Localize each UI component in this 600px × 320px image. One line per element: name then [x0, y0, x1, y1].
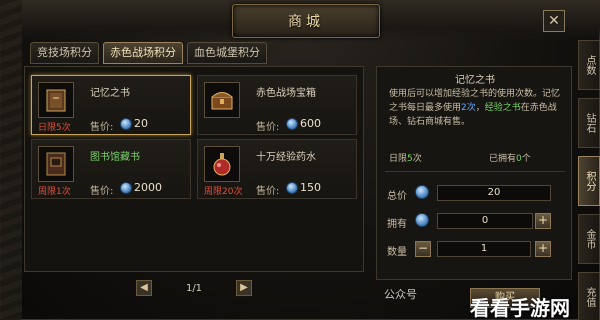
window-title-plate: 商城: [232, 4, 380, 38]
points-coin-icon: [415, 213, 429, 227]
window-title: 商城: [288, 14, 324, 30]
currency-tabs: 竞技场积分 赤色战场积分 血色城堡积分: [30, 42, 267, 66]
item-price: 2000: [134, 181, 162, 194]
pagination: ◀ 1/1 ▶: [136, 278, 252, 298]
item-name: 十万经验药水: [256, 152, 316, 163]
item-name: 赤色战场宝箱: [256, 88, 316, 99]
total-price-field: 20: [437, 185, 551, 201]
daily-limit-unit: 次: [412, 154, 422, 164]
price-label: 售价:: [256, 122, 280, 133]
potion-icon: [204, 146, 240, 182]
points-coin-icon: [120, 182, 132, 194]
treasure-chest-icon: [204, 82, 240, 118]
have-points-field: 0: [437, 213, 533, 229]
item-limit: 周限1次: [38, 187, 71, 197]
quantity-decrease-button[interactable]: −: [415, 241, 431, 257]
desc-highlight: 2次: [461, 103, 476, 113]
owned-label: 已拥有: [489, 154, 517, 164]
close-button[interactable]: ✕: [543, 10, 565, 32]
left-ornament: [0, 0, 22, 320]
wechat-watermark: 公众号: [384, 288, 417, 301]
tab-crimson-battlefield-points[interactable]: 赤色战场积分: [103, 42, 183, 64]
quantity-input[interactable]: 1: [437, 241, 531, 257]
side-tab-diamonds[interactable]: 钻石: [578, 98, 600, 148]
side-currency-tabs: 点数 钻石 积分 金币 充值: [578, 40, 600, 320]
page-indicator: 1/1: [185, 282, 203, 294]
tab-arena-points[interactable]: 竞技场积分: [30, 42, 99, 64]
have-label: 拥有: [387, 219, 407, 230]
daily-limit-label: 日限: [389, 154, 408, 164]
shop-item-treasure-chest[interactable]: 赤色战场宝箱 售价: 600: [197, 75, 357, 135]
shop-item-library-book[interactable]: 周限1次 图书馆藏书 售价: 2000: [31, 139, 191, 199]
detail-title: 记忆之书: [455, 75, 495, 86]
owned-count: 已拥有0个: [489, 151, 531, 164]
side-tab-score[interactable]: 积分: [578, 156, 600, 206]
item-price: 150: [300, 181, 321, 194]
side-tab-points[interactable]: 点数: [578, 40, 600, 90]
prev-page-button[interactable]: ◀: [136, 280, 152, 296]
item-limit: 日限5次: [38, 123, 71, 133]
detail-description: 使用后可以增加经验之书的使用次数。记忆之书每日最多使用2次，经验之书在赤色战场、…: [389, 87, 565, 129]
item-grid: 日限5次 记忆之书 售价: 20 赤色战场宝箱 售价: 600 周限1次 图书馆…: [24, 66, 364, 272]
price-label: 售价:: [90, 122, 114, 133]
desc-link: 经验之书: [484, 103, 521, 113]
desc-text: ，: [475, 103, 485, 113]
price-label: 售价:: [90, 186, 114, 197]
side-tab-gold[interactable]: 金币: [578, 214, 600, 264]
price-label: 售价:: [256, 186, 280, 197]
owned-unit: 个: [521, 154, 531, 164]
total-price-label: 总价: [387, 191, 407, 202]
book-icon: [38, 82, 74, 118]
item-price: 20: [134, 117, 148, 130]
item-name: 图书馆藏书: [90, 152, 140, 163]
add-points-button[interactable]: +: [535, 213, 551, 229]
item-detail-panel: 记忆之书 使用后可以增加经验之书的使用次数。记忆之书每日最多使用2次，经验之书在…: [376, 66, 572, 280]
side-tab-recharge[interactable]: 充值: [578, 272, 600, 320]
site-watermark: 看看手游网: [470, 296, 570, 320]
item-price: 600: [300, 117, 321, 130]
points-coin-icon: [286, 118, 298, 130]
points-coin-icon: [286, 182, 298, 194]
quantity-label: 数量: [387, 247, 407, 258]
daily-limit: 日限5次: [389, 151, 422, 164]
tab-blood-castle-points[interactable]: 血色城堡积分: [187, 42, 267, 64]
item-name: 记忆之书: [90, 88, 130, 99]
item-limit: 周限20次: [204, 187, 243, 197]
points-coin-icon: [415, 185, 429, 199]
tome-icon: [38, 146, 74, 182]
shop-item-memory-book[interactable]: 日限5次 记忆之书 售价: 20: [31, 75, 191, 135]
quantity-increase-button[interactable]: +: [535, 241, 551, 257]
points-coin-icon: [120, 118, 132, 130]
shop-item-exp-potion[interactable]: 周限20次 十万经验药水 售价: 150: [197, 139, 357, 199]
next-page-button[interactable]: ▶: [236, 280, 252, 296]
divider: [385, 171, 565, 172]
